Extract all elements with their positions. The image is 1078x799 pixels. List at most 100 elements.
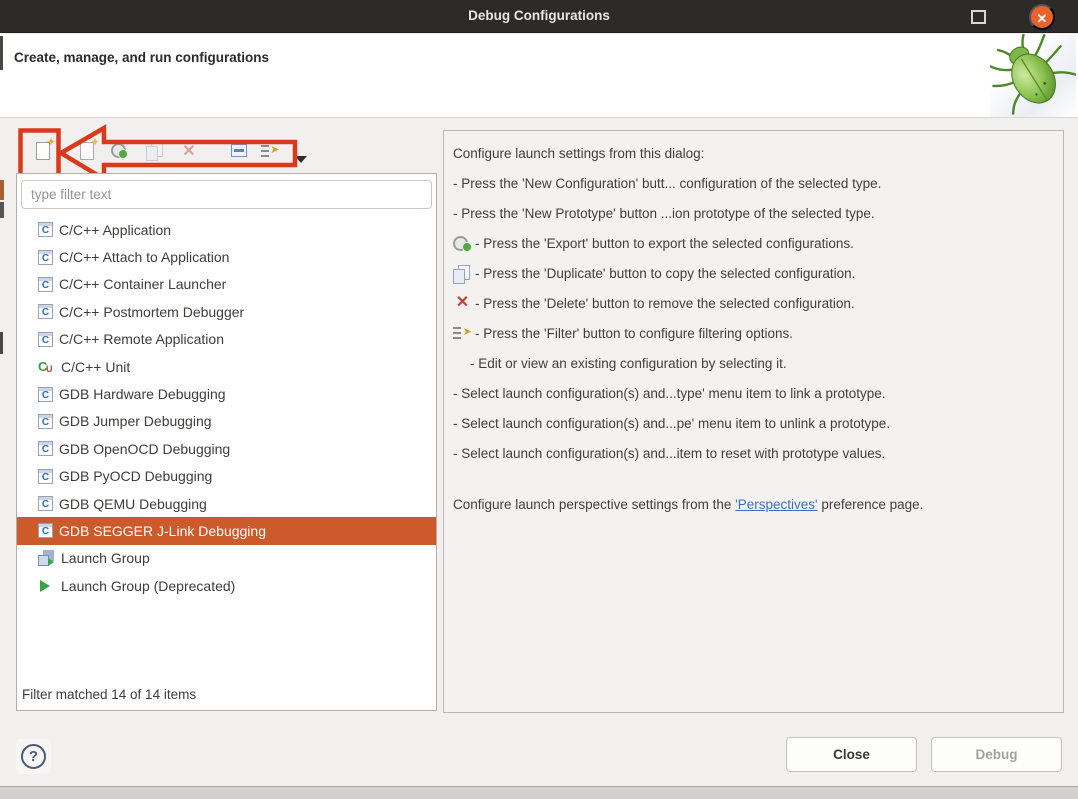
- configuration-tree: C/C++ Application C/C++ Attach to Applic…: [17, 216, 436, 678]
- duplicate-icon: [453, 265, 472, 282]
- help-line-text: - Press the 'New Prototype' button ...io…: [453, 206, 875, 221]
- delete-icon: [181, 144, 197, 160]
- tree-item-label: C/C++ Application: [59, 222, 171, 238]
- background-window-artifact: [0, 36, 3, 70]
- perspectives-paragraph: Configure launch perspective settings fr…: [453, 494, 1057, 515]
- close-window-button[interactable]: ✕: [1029, 4, 1055, 30]
- tree-item[interactable]: C/C++ Remote Application: [17, 326, 436, 353]
- tree-item[interactable]: Launch Group: [17, 545, 436, 572]
- window-title: Debug Configurations: [0, 0, 1078, 33]
- help-panel: Configure launch settings from this dial…: [443, 130, 1064, 713]
- debug-configurations-dialog: Debug Configurations ✕ Create, manage, a…: [0, 0, 1078, 799]
- tree-item[interactable]: Launch Group (Deprecated): [17, 572, 436, 599]
- tree-item[interactable]: GDB PyOCD Debugging: [17, 463, 436, 490]
- tree-item[interactable]: C/C++ Application: [17, 216, 436, 243]
- background-window-artifact: [0, 180, 4, 200]
- delete-icon: [453, 295, 472, 311]
- new-prototype-icon: [80, 142, 94, 160]
- lgd-tree-icon: [38, 578, 55, 594]
- filter-status-text: Filter matched 14 of 14 items: [22, 687, 196, 702]
- new-prototype-button[interactable]: [76, 140, 98, 164]
- tree-item[interactable]: C/C++ Unit: [17, 353, 436, 380]
- tree-item[interactable]: C/C++ Postmortem Debugger: [17, 298, 436, 325]
- perspectives-link[interactable]: 'Perspectives': [735, 497, 817, 512]
- tree-item-label: GDB SEGGER J-Link Debugging: [59, 523, 266, 539]
- help-line: - Press the 'Delete' button to remove th…: [453, 288, 1057, 318]
- capp-tree-icon: [38, 222, 53, 237]
- tree-item-label: GDB PyOCD Debugging: [59, 468, 212, 484]
- help-line: - Press the 'New Prototype' button ...io…: [453, 198, 1057, 228]
- cu-tree-icon: [38, 359, 55, 375]
- filter-input[interactable]: [21, 180, 432, 209]
- help-line-text: - Press the 'New Configuration' butt... …: [453, 176, 881, 191]
- filter-button[interactable]: [259, 140, 281, 164]
- capp-tree-icon: [38, 469, 53, 484]
- toolbar-menu-button[interactable]: [290, 146, 312, 170]
- tree-item-label: C/C++ Container Launcher: [59, 276, 226, 292]
- page-title: Create, manage, and run configurations: [14, 50, 269, 65]
- delete-button[interactable]: [178, 140, 200, 164]
- tree-item[interactable]: GDB SEGGER J-Link Debugging: [17, 517, 436, 544]
- tree-item[interactable]: GDB OpenOCD Debugging: [17, 435, 436, 462]
- help-line-text: - Press the 'Filter' button to configure…: [475, 326, 793, 341]
- capp-tree-icon: [38, 496, 53, 511]
- help-line-text: - Select launch configuration(s) and...p…: [453, 416, 890, 431]
- export-button[interactable]: [108, 140, 130, 164]
- capp-tree-icon: [38, 250, 53, 265]
- capp-tree-icon: [38, 277, 53, 292]
- debug-button[interactable]: Debug: [931, 737, 1062, 772]
- close-button[interactable]: Close: [786, 737, 917, 772]
- tree-item-label: C/C++ Postmortem Debugger: [59, 304, 244, 320]
- duplicate-button[interactable]: [143, 140, 165, 164]
- capp-tree-icon: [38, 523, 53, 538]
- help-line: Configure launch settings from this dial…: [453, 138, 1057, 168]
- lg-tree-icon: [38, 550, 55, 566]
- capp-tree-icon: [38, 304, 53, 319]
- new-configuration-button[interactable]: [32, 140, 54, 164]
- help-line-text: - Select launch configuration(s) and...i…: [453, 446, 885, 461]
- collapse-all-button[interactable]: [228, 140, 250, 164]
- help-line-text: - Select launch configuration(s) and...t…: [453, 386, 886, 401]
- tree-item[interactable]: C/C++ Container Launcher: [17, 271, 436, 298]
- tree-item[interactable]: GDB QEMU Debugging: [17, 490, 436, 517]
- chevron-down-icon: [295, 156, 307, 163]
- filter-icon: [261, 143, 280, 159]
- maximize-button[interactable]: [971, 10, 986, 24]
- capp-tree-icon: [38, 414, 53, 429]
- help-line: - Select launch configuration(s) and...p…: [453, 408, 1057, 438]
- help-line: - Edit or view an existing configuration…: [453, 348, 1057, 378]
- help-line: - Press the 'New Configuration' butt... …: [453, 168, 1057, 198]
- filter-icon: [453, 325, 472, 341]
- debug-bug-icon: [990, 34, 1076, 117]
- titlebar: Debug Configurations ✕: [0, 0, 1078, 33]
- help-line: - Select launch configuration(s) and...t…: [453, 378, 1057, 408]
- tree-item-label: GDB QEMU Debugging: [59, 496, 207, 512]
- tree-item[interactable]: GDB Hardware Debugging: [17, 380, 436, 407]
- desktop-strip: [0, 786, 1078, 799]
- capp-tree-icon: [38, 387, 53, 402]
- tree-item-label: C/C++ Unit: [61, 359, 130, 375]
- duplicate-icon: [146, 142, 163, 159]
- help-line: - Press the 'Filter' button to configure…: [453, 318, 1057, 348]
- help-button[interactable]: ?: [16, 739, 51, 774]
- perspectives-prefix: Configure launch perspective settings fr…: [453, 497, 735, 512]
- perspectives-suffix: preference page.: [818, 497, 924, 512]
- tree-item-label: C/C++ Remote Application: [59, 331, 224, 347]
- export-icon: [111, 142, 128, 159]
- tree-item-label: Launch Group: [61, 550, 150, 566]
- help-line-text: - Press the 'Duplicate' button to copy t…: [475, 266, 855, 281]
- dialog-header: Create, manage, and run configurations: [0, 34, 1078, 118]
- toolbar: [16, 130, 326, 178]
- help-line: - Select launch configuration(s) and...i…: [453, 438, 1057, 468]
- tree-item-label: C/C++ Attach to Application: [59, 249, 229, 265]
- capp-tree-icon: [38, 441, 53, 456]
- help-line: - Press the 'Export' button to export th…: [453, 228, 1057, 258]
- new-configuration-icon: [36, 142, 50, 160]
- tree-item[interactable]: GDB Jumper Debugging: [17, 408, 436, 435]
- help-line: - Press the 'Duplicate' button to copy t…: [453, 258, 1057, 288]
- tree-item[interactable]: C/C++ Attach to Application: [17, 243, 436, 270]
- tree-item-label: GDB Jumper Debugging: [59, 413, 212, 429]
- background-window-artifact: [0, 332, 3, 354]
- configuration-tree-panel: C/C++ Application C/C++ Attach to Applic…: [16, 173, 437, 711]
- background-window-artifact: [0, 202, 4, 218]
